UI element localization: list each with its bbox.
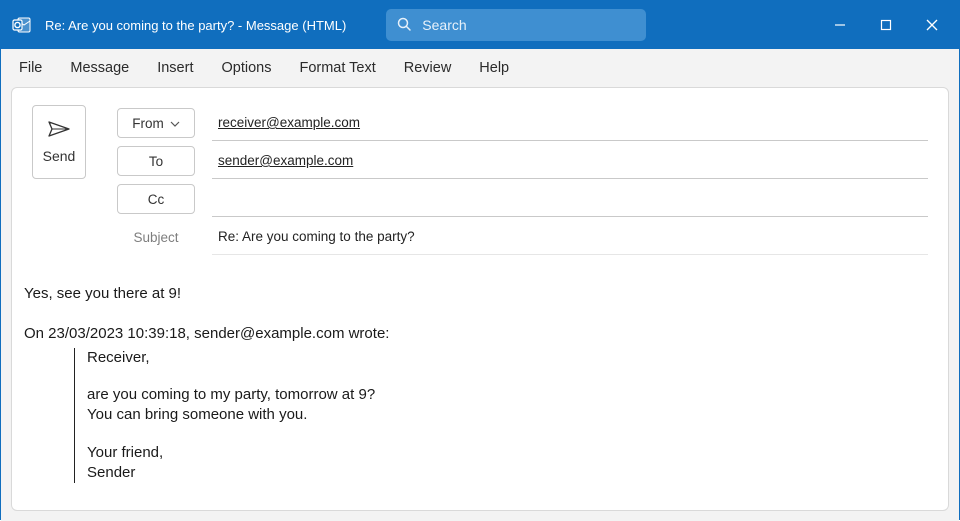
window-title: Re: Are you coming to the party? - Messa… — [45, 18, 346, 33]
menu-file[interactable]: File — [19, 60, 42, 76]
quoted-line: are you coming to my party, tomorrow at … — [87, 385, 928, 405]
close-button[interactable] — [909, 1, 955, 49]
menu-message[interactable]: Message — [70, 60, 129, 76]
quoted-line: You can bring someone with you. — [87, 405, 928, 425]
to-button[interactable]: To — [117, 146, 195, 176]
quoted-line: Your friend, — [87, 443, 928, 463]
subject-value: Re: Are you coming to the party? — [218, 229, 415, 244]
title-bar: Re: Are you coming to the party? - Messa… — [1, 1, 959, 49]
compose-panel: Send From receiver@example.com To sender… — [11, 87, 949, 511]
maximize-button[interactable] — [863, 1, 909, 49]
cc-label: Cc — [148, 192, 165, 207]
minimize-button[interactable] — [817, 1, 863, 49]
cc-button[interactable]: Cc — [117, 184, 195, 214]
from-button[interactable]: From — [117, 108, 195, 138]
menu-review[interactable]: Review — [404, 60, 452, 76]
send-label: Send — [43, 148, 76, 164]
quoted-line: Receiver, — [87, 348, 928, 368]
quoted-line: Sender — [87, 463, 928, 483]
menu-format-text[interactable]: Format Text — [299, 60, 375, 76]
chevron-down-icon — [170, 116, 180, 131]
message-body[interactable]: Yes, see you there at 9! On 23/03/2023 1… — [12, 264, 948, 493]
to-value: sender@example.com — [218, 153, 353, 168]
quoted-block: Receiver, are you coming to my party, to… — [74, 348, 928, 483]
compose-area: Send From receiver@example.com To sender… — [1, 87, 959, 521]
quote-intro: On 23/03/2023 10:39:18, sender@example.c… — [24, 324, 928, 344]
search-box[interactable] — [386, 9, 646, 41]
subject-field[interactable]: Re: Are you coming to the party? — [212, 219, 928, 255]
send-button[interactable]: Send — [32, 105, 86, 179]
subject-label: Subject — [117, 222, 195, 252]
search-icon — [396, 16, 412, 35]
search-input[interactable] — [420, 16, 636, 34]
from-value: receiver@example.com — [218, 115, 360, 130]
to-field[interactable]: sender@example.com — [212, 143, 928, 179]
outlook-icon — [11, 14, 33, 36]
message-header: Send From receiver@example.com To sender… — [12, 88, 948, 264]
menu-bar: File Message Insert Options Format Text … — [1, 49, 959, 87]
cc-field[interactable] — [212, 181, 928, 217]
reply-text: Yes, see you there at 9! — [24, 284, 928, 304]
menu-insert[interactable]: Insert — [157, 60, 193, 76]
from-label: From — [132, 116, 164, 131]
menu-options[interactable]: Options — [221, 60, 271, 76]
to-label: To — [149, 154, 163, 169]
from-field[interactable]: receiver@example.com — [212, 105, 928, 141]
window-controls — [817, 1, 955, 49]
menu-help[interactable]: Help — [479, 60, 509, 76]
send-icon — [48, 121, 70, 140]
